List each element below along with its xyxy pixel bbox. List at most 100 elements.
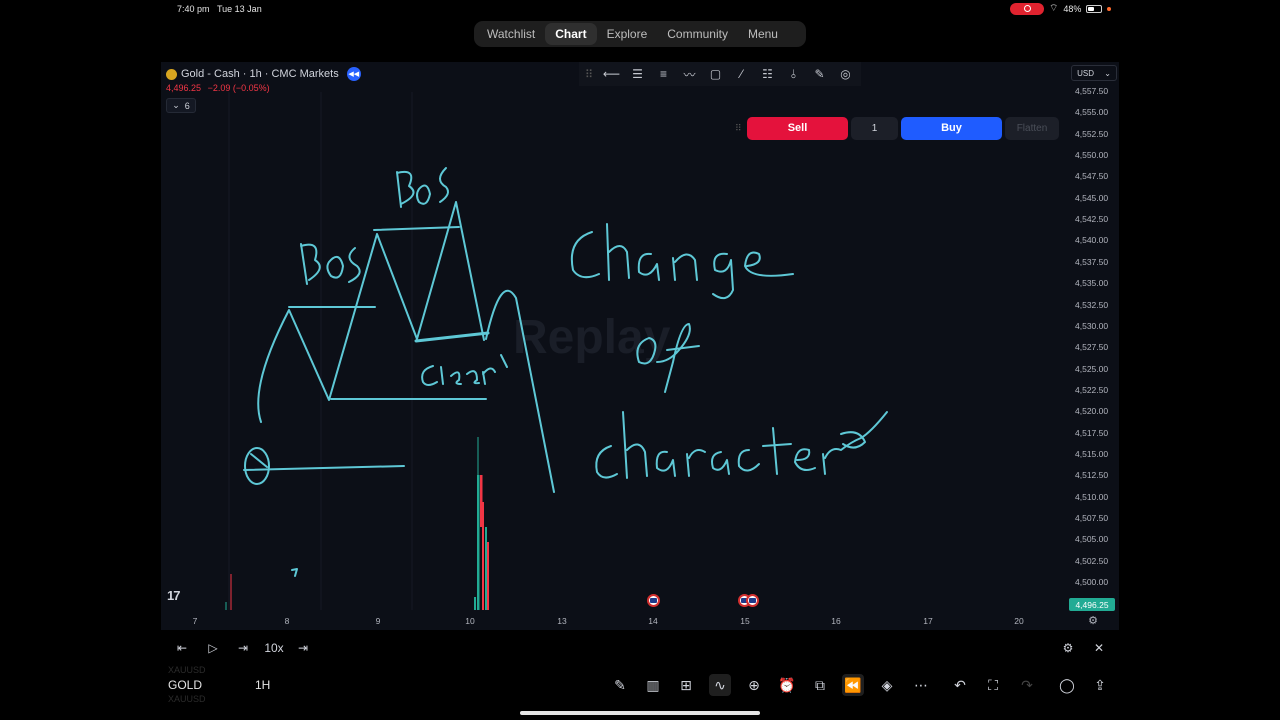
price-tick-label: 4,540.00 <box>1075 235 1109 246</box>
alert-clock-icon[interactable]: ⏰ <box>776 674 798 696</box>
settings-icon[interactable]: ⚙ <box>1086 613 1100 627</box>
price-tick-label: 4,535.00 <box>1075 278 1109 289</box>
time-tick-label: 20 <box>1014 616 1024 626</box>
drag-handle-icon[interactable]: ⠿ <box>585 68 595 81</box>
price-tick-label: 4,510.00 <box>1075 491 1109 502</box>
current-price-label: 4,496.25 <box>1069 598 1115 611</box>
tab-explore[interactable]: Explore <box>597 23 658 45</box>
indicators-toggle-button[interactable]: ⌄ 6 <box>166 98 196 113</box>
drag-handle-icon[interactable]: ⠿ <box>735 123 744 134</box>
candle-body <box>487 542 489 610</box>
target-icon[interactable]: ◎ <box>836 65 855 84</box>
compare-icon[interactable]: ⧉ <box>809 674 831 696</box>
time-tick-label: 16 <box>831 616 841 626</box>
pencil-icon[interactable]: ✎ <box>609 674 631 696</box>
last-price: 4,496.25 <box>166 83 202 93</box>
price-tick-label: 4,512.50 <box>1075 470 1109 481</box>
flatten-button[interactable]: Flatten <box>1005 116 1059 140</box>
jump-to-realtime-icon[interactable]: ⇥ <box>295 639 311 657</box>
drawing-toolbar: ⠿ ⟵ ☰ ≡ 〰 ▢ ⁄ ☷ ⫰ ✎ ◎ <box>579 62 861 86</box>
symbol-button[interactable]: GOLD <box>168 678 202 692</box>
price-tick-label: 4,545.00 <box>1075 192 1109 203</box>
status-time: 7:40 pm <box>177 4 210 14</box>
price-tick-label: 4,500.00 <box>1075 577 1109 588</box>
time-tick-label: 7 <box>192 616 198 626</box>
layers-icon[interactable]: ◈ <box>876 674 898 696</box>
timeframe-button[interactable]: 1H <box>255 678 270 692</box>
trade-panel: ⠿ Sell 1 Buy Flatten <box>735 116 1061 140</box>
price-axis[interactable]: 4,557.50 4,555.00 4,552.50 4,550.00 4,547.50… <box>1067 86 1119 612</box>
candle-body <box>474 597 476 610</box>
tab-community[interactable]: Community <box>657 23 738 45</box>
path-icon[interactable]: 〰 <box>680 65 699 84</box>
add-icon[interactable]: ⊕ <box>743 674 765 696</box>
redo-icon[interactable]: ↷ <box>1016 674 1038 696</box>
hand-drawing <box>243 167 888 577</box>
layout-grid-icon[interactable]: ⊞ <box>675 674 697 696</box>
chart-canvas[interactable] <box>161 62 1119 630</box>
ghost-symbol-top: XAUUSD <box>168 665 206 675</box>
chart-type-icon[interactable]: ▥ <box>642 674 664 696</box>
price-tick-label: 4,507.50 <box>1075 513 1109 523</box>
price-tick-label: 4,547.50 <box>1075 171 1109 182</box>
jump-to-start-icon[interactable]: ⇤ <box>174 639 190 657</box>
replay-speed-button[interactable]: 10x <box>261 639 287 657</box>
candle-body <box>482 502 484 610</box>
ghost-symbol-bottom: XAUUSD <box>168 694 206 704</box>
play-icon[interactable]: ▷ <box>205 639 221 657</box>
regression-icon[interactable]: ≡ <box>654 65 673 84</box>
parallel-channel-icon[interactable]: ☰ <box>628 65 647 84</box>
home-indicator[interactable] <box>520 711 760 715</box>
step-forward-icon[interactable]: ⇥ <box>235 639 251 657</box>
fib-icon[interactable]: ☷ <box>758 65 777 84</box>
lightbulb-icon[interactable]: ◯ <box>1056 674 1078 696</box>
time-tick-label: 14 <box>648 616 658 626</box>
settings-icon[interactable]: ⚙ <box>1060 639 1076 657</box>
us-flag-event-icon[interactable] <box>647 594 660 607</box>
quantity-input[interactable]: 1 <box>851 116 898 140</box>
time-axis[interactable]: 7 8 9 10 13 14 15 16 17 20 <box>161 612 1067 630</box>
indicators-icon[interactable]: ∿ <box>709 674 731 696</box>
price-tick-label: 4,530.00 <box>1075 320 1109 331</box>
price-tick-label: 4,502.50 <box>1075 555 1109 566</box>
horizontal-line-icon[interactable]: ⟵ <box>602 65 621 84</box>
price-tick-label: 4,557.50 <box>1075 86 1109 96</box>
fullscreen-icon[interactable]: ⛶ <box>982 674 1004 696</box>
tab-chart[interactable]: Chart <box>545 23 597 45</box>
chevron-down-icon: ⌄ <box>172 100 180 110</box>
us-flag-event-icon[interactable] <box>746 594 759 607</box>
price-tick-label: 4,537.50 <box>1075 256 1109 267</box>
price-tick-label: 4,552.50 <box>1075 128 1109 139</box>
candle-body <box>485 527 487 610</box>
replay-icon[interactable]: ◀◀ <box>346 67 361 81</box>
pitchfork-icon[interactable]: ⫰ <box>784 65 803 84</box>
price-tick-label: 4,532.50 <box>1075 299 1109 310</box>
wifi-icon: ⌔ <box>1049 3 1059 14</box>
tab-menu[interactable]: Menu <box>738 23 788 45</box>
price-tick-label: 4,555.00 <box>1075 107 1109 118</box>
buy-button[interactable]: Buy <box>901 116 1002 140</box>
currency-label: USD <box>1077 68 1094 78</box>
rectangle-icon[interactable]: ▢ <box>706 65 725 84</box>
price-tick-label: 4,517.50 <box>1075 427 1109 438</box>
time-tick-label: 9 <box>375 616 381 626</box>
price-tick-label: 4,522.50 <box>1075 384 1109 395</box>
currency-select[interactable]: USD ⌄ <box>1071 65 1117 81</box>
replay-controls: ⇤ ▷ ⇥ 10x ⇥ ⚙ ✕ <box>161 631 1119 665</box>
trend-line-icon[interactable]: ⁄ <box>732 65 751 84</box>
chart-panel[interactable]: Replay Gold - Cash · 1h · CMC Markets ◀◀… <box>161 62 1119 630</box>
tab-watchlist[interactable]: Watchlist <box>477 23 545 45</box>
tradingview-logo: 17 <box>167 588 181 603</box>
share-icon[interactable]: ⇪ <box>1089 674 1111 696</box>
time-tick-label: 10 <box>465 616 475 626</box>
close-icon[interactable]: ✕ <box>1091 639 1107 657</box>
replay-icon[interactable]: ⏪ <box>842 674 864 696</box>
gold-coin-icon <box>166 68 177 80</box>
symbol-title[interactable]: Gold - Cash · 1h · CMC Markets <box>181 68 339 80</box>
more-icon[interactable]: ⋯ <box>910 674 932 696</box>
sell-button[interactable]: Sell <box>747 116 848 140</box>
brush-icon[interactable]: ✎ <box>810 65 829 84</box>
symbol-header[interactable]: Gold - Cash · 1h · CMC Markets ◀◀ <box>166 67 361 81</box>
time-tick-label: 13 <box>557 616 567 626</box>
undo-icon[interactable]: ↶ <box>949 674 971 696</box>
